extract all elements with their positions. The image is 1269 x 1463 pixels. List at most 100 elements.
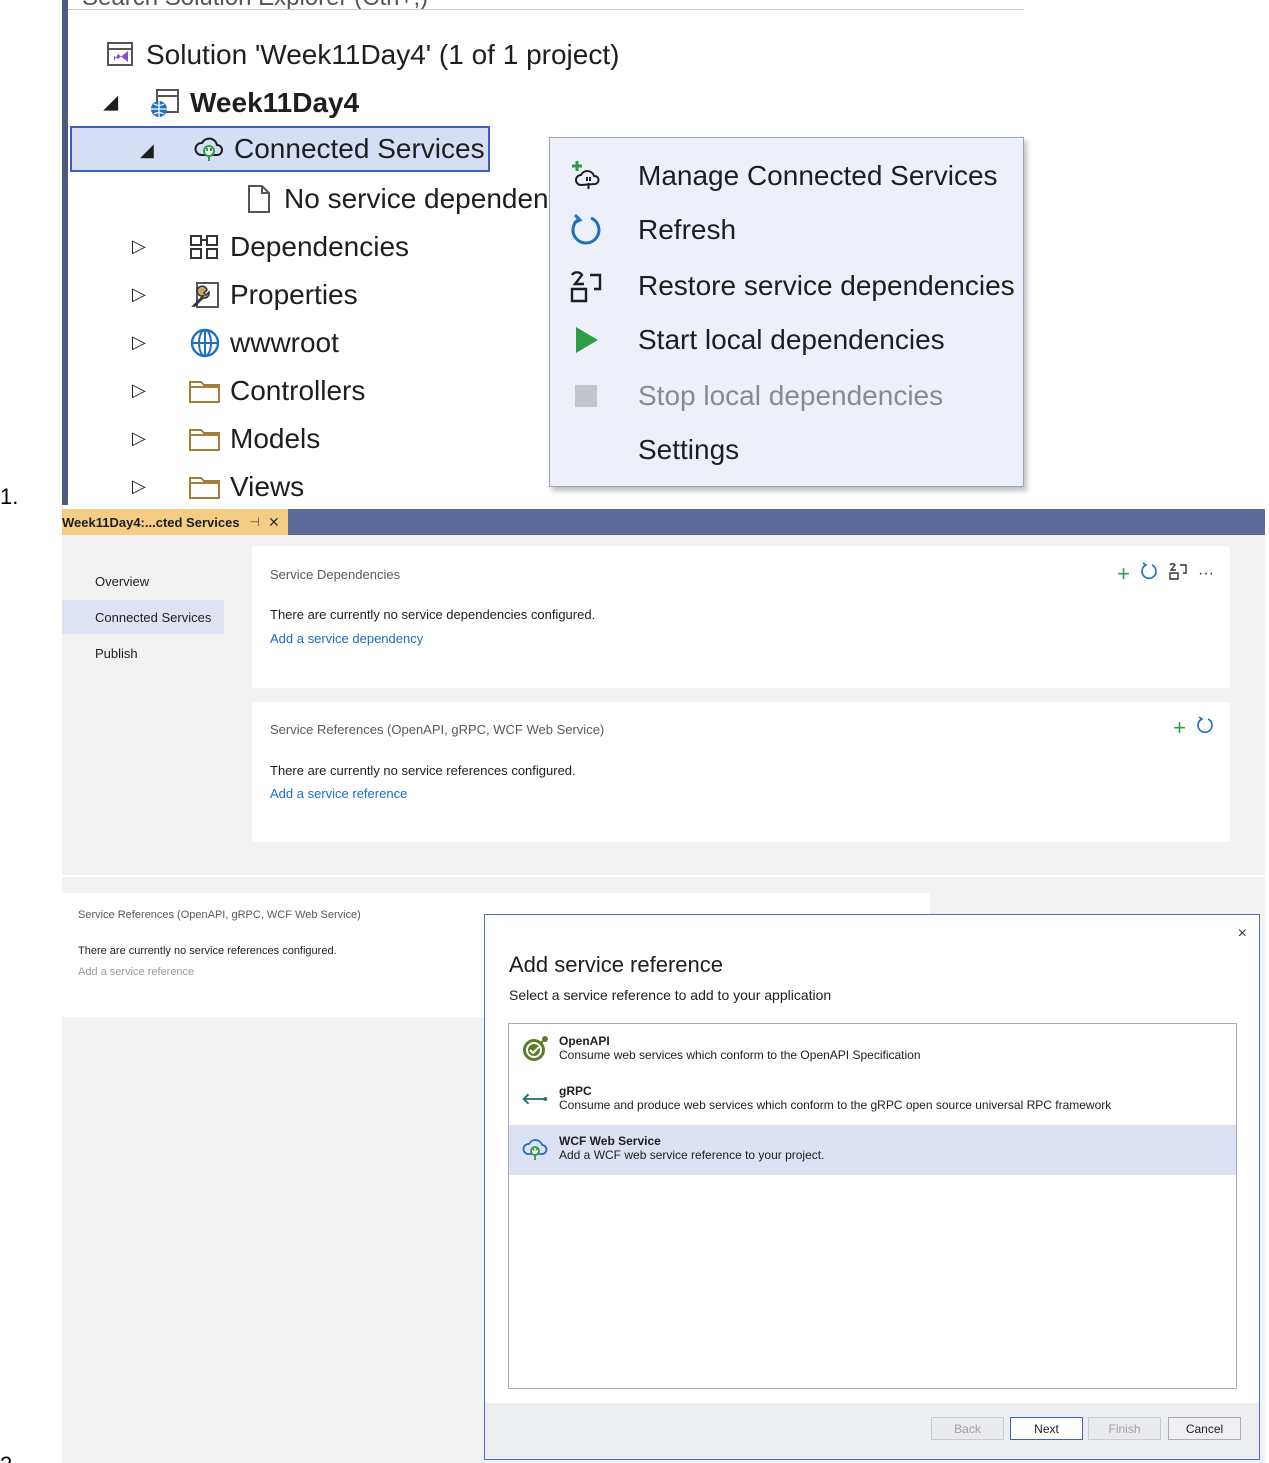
web-project-icon — [148, 86, 182, 120]
option-openapi[interactable]: OpenAPI Consume web services which confo… — [509, 1025, 1236, 1075]
tree-item-wwwroot[interactable]: ▷ wwwroot — [132, 320, 339, 366]
tree-item-label: Models — [230, 423, 321, 454]
dependencies-icon — [188, 230, 222, 264]
add-service-reference-link[interactable]: Add a service reference — [78, 966, 194, 978]
collapsed-arrow-icon[interactable]: ▷ — [132, 380, 146, 401]
tree-item-no-service-dependencies[interactable]: No service dependencies — [242, 176, 598, 222]
dialog-title: Add service reference — [509, 952, 723, 977]
option-name: WCF Web Service — [559, 1134, 661, 1148]
folder-icon — [188, 374, 222, 408]
menu-item-start-local-dependencies[interactable]: Start local dependencies — [550, 314, 1090, 366]
option-name: OpenAPI — [559, 1034, 610, 1048]
menu-item-refresh[interactable]: Refresh — [550, 204, 1090, 256]
dialog-subtitle: Select a service reference to add to you… — [509, 987, 832, 1003]
menu-item-settings[interactable]: Settings — [550, 424, 1090, 476]
option-grpc[interactable]: gRPC Consume and produce web services wh… — [509, 1075, 1236, 1125]
option-description: Add a WCF web service reference to your … — [559, 1148, 825, 1162]
close-tab-icon[interactable]: ✕ — [268, 514, 280, 531]
folder-icon — [188, 470, 222, 504]
service-dependencies-actions: + ··· — [1117, 562, 1214, 585]
add-icon[interactable]: + — [1117, 562, 1130, 585]
stop-icon — [568, 378, 604, 414]
collapsed-arrow-icon[interactable]: ▷ — [132, 284, 146, 305]
menu-item-label: Refresh — [638, 214, 737, 245]
collapsed-arrow-icon[interactable]: ▷ — [132, 236, 146, 257]
expanded-arrow-icon[interactable]: ◢ — [104, 92, 118, 113]
service-dependencies-card: Service Dependencies + ··· There are cur… — [252, 546, 1230, 688]
tree-item-properties[interactable]: ▷ Properties — [132, 272, 358, 318]
menu-item-manage-connected-services[interactable]: Manage Connected Services — [550, 150, 1090, 202]
service-references-title: Service References (OpenAPI, gRPC, WCF W… — [270, 722, 605, 737]
refresh-icon[interactable] — [1140, 562, 1158, 585]
project-node[interactable]: ◢ Week11Day4 — [104, 80, 359, 126]
add-service-reference-link[interactable]: Add a service reference — [270, 786, 407, 801]
search-solution-explorer-input[interactable]: Search Solution Explorer (Ctrl+;) — [68, 0, 1024, 10]
solution-node[interactable]: Solution 'Week11Day4' (1 of 1 project) — [104, 32, 619, 78]
refresh-icon[interactable] — [1196, 716, 1214, 739]
menu-item-restore-service-dependencies[interactable]: Restore service dependencies — [550, 260, 1090, 312]
close-dialog-icon[interactable]: × — [1238, 925, 1247, 943]
connected-services-icon — [192, 132, 226, 166]
next-button[interactable]: Next — [1010, 1417, 1083, 1440]
nav-connected-services[interactable]: Connected Services — [62, 600, 224, 634]
more-options-icon[interactable]: ··· — [1198, 565, 1214, 583]
refresh-icon — [568, 212, 604, 248]
finish-button[interactable]: Finish — [1088, 1417, 1161, 1440]
add-icon[interactable]: + — [1173, 716, 1186, 739]
wcf-icon — [521, 1135, 549, 1163]
back-button[interactable]: Back — [931, 1417, 1004, 1440]
service-type-list: OpenAPI Consume web services which confo… — [508, 1023, 1237, 1389]
menu-item-label: Stop local dependencies — [638, 380, 944, 411]
tree-item-dependencies[interactable]: ▷ Dependencies — [132, 224, 409, 270]
window-frame — [62, 0, 68, 505]
no-references-text: There are currently no service reference… — [270, 763, 576, 778]
collapsed-arrow-icon[interactable]: ▷ — [132, 476, 146, 497]
add-service-reference-dialog: × Add service reference Select a service… — [484, 914, 1260, 1460]
search-placeholder: Search Solution Explorer (Ctrl+;) — [82, 0, 428, 9]
restore-icon — [568, 268, 604, 304]
service-dependencies-title: Service Dependencies — [270, 567, 401, 582]
option-name: gRPC — [559, 1084, 592, 1098]
document-tab-bar: Week11Day4:...cted Services ⊣ ✕ — [62, 509, 1265, 535]
project-label: Week11Day4 — [190, 87, 360, 118]
option-wcf-web-service[interactable]: WCF Web Service Add a WCF web service re… — [509, 1125, 1236, 1175]
collapsed-arrow-icon[interactable]: ▷ — [132, 428, 146, 449]
manage-services-icon — [568, 158, 604, 194]
cancel-button[interactable]: Cancel — [1168, 1417, 1241, 1440]
step-number-1: 1. — [0, 484, 19, 509]
restore-icon[interactable] — [1168, 562, 1188, 585]
collapsed-arrow-icon[interactable]: ▷ — [132, 332, 146, 353]
service-references-title: Service References (OpenAPI, gRPC, WCF W… — [78, 909, 361, 921]
tree-item-label: Views — [230, 471, 305, 502]
option-description: Consume web services which conform to th… — [559, 1048, 921, 1062]
solution-label: Solution 'Week11Day4' (1 of 1 project) — [146, 39, 620, 70]
tree-item-controllers[interactable]: ▷ Controllers — [132, 368, 365, 414]
menu-item-stop-local-dependencies[interactable]: Stop local dependencies — [550, 370, 1090, 422]
solution-icon — [104, 38, 138, 72]
document-tab[interactable]: Week11Day4:...cted Services ⊣ ✕ — [62, 509, 288, 535]
context-menu: Manage Connected Services Refresh Restor… — [549, 137, 1024, 487]
tree-item-label: Controllers — [230, 375, 366, 406]
openapi-icon — [521, 1035, 549, 1063]
properties-icon — [188, 278, 222, 312]
service-references-actions: + — [1173, 716, 1214, 739]
grpc-icon — [521, 1085, 549, 1113]
add-service-dependency-link[interactable]: Add a service dependency — [270, 631, 423, 646]
expanded-arrow-icon[interactable]: ◢ — [140, 140, 154, 161]
tree-item-models[interactable]: ▷ Models — [132, 416, 320, 462]
nav-publish[interactable]: Publish — [62, 636, 224, 670]
pin-icon[interactable]: ⊣ — [250, 515, 260, 529]
globe-icon — [188, 326, 222, 360]
nav-overview[interactable]: Overview — [62, 564, 224, 598]
tree-item-connected-services[interactable]: ◢ Connected Services — [70, 126, 490, 172]
step-number-2: 2. — [0, 1452, 18, 1463]
tree-item-views[interactable]: ▷ Views — [132, 464, 304, 505]
document-icon — [242, 182, 276, 216]
tree-item-label: Connected Services — [234, 133, 485, 164]
menu-item-label: Manage Connected Services — [638, 160, 998, 191]
option-description: Consume and produce web services which c… — [559, 1098, 1112, 1112]
folder-icon — [188, 422, 222, 456]
dialog-footer: Back Next Finish Cancel — [485, 1403, 1259, 1459]
tree-item-label: Dependencies — [230, 231, 410, 262]
tree-item-label: wwwroot — [230, 327, 339, 358]
